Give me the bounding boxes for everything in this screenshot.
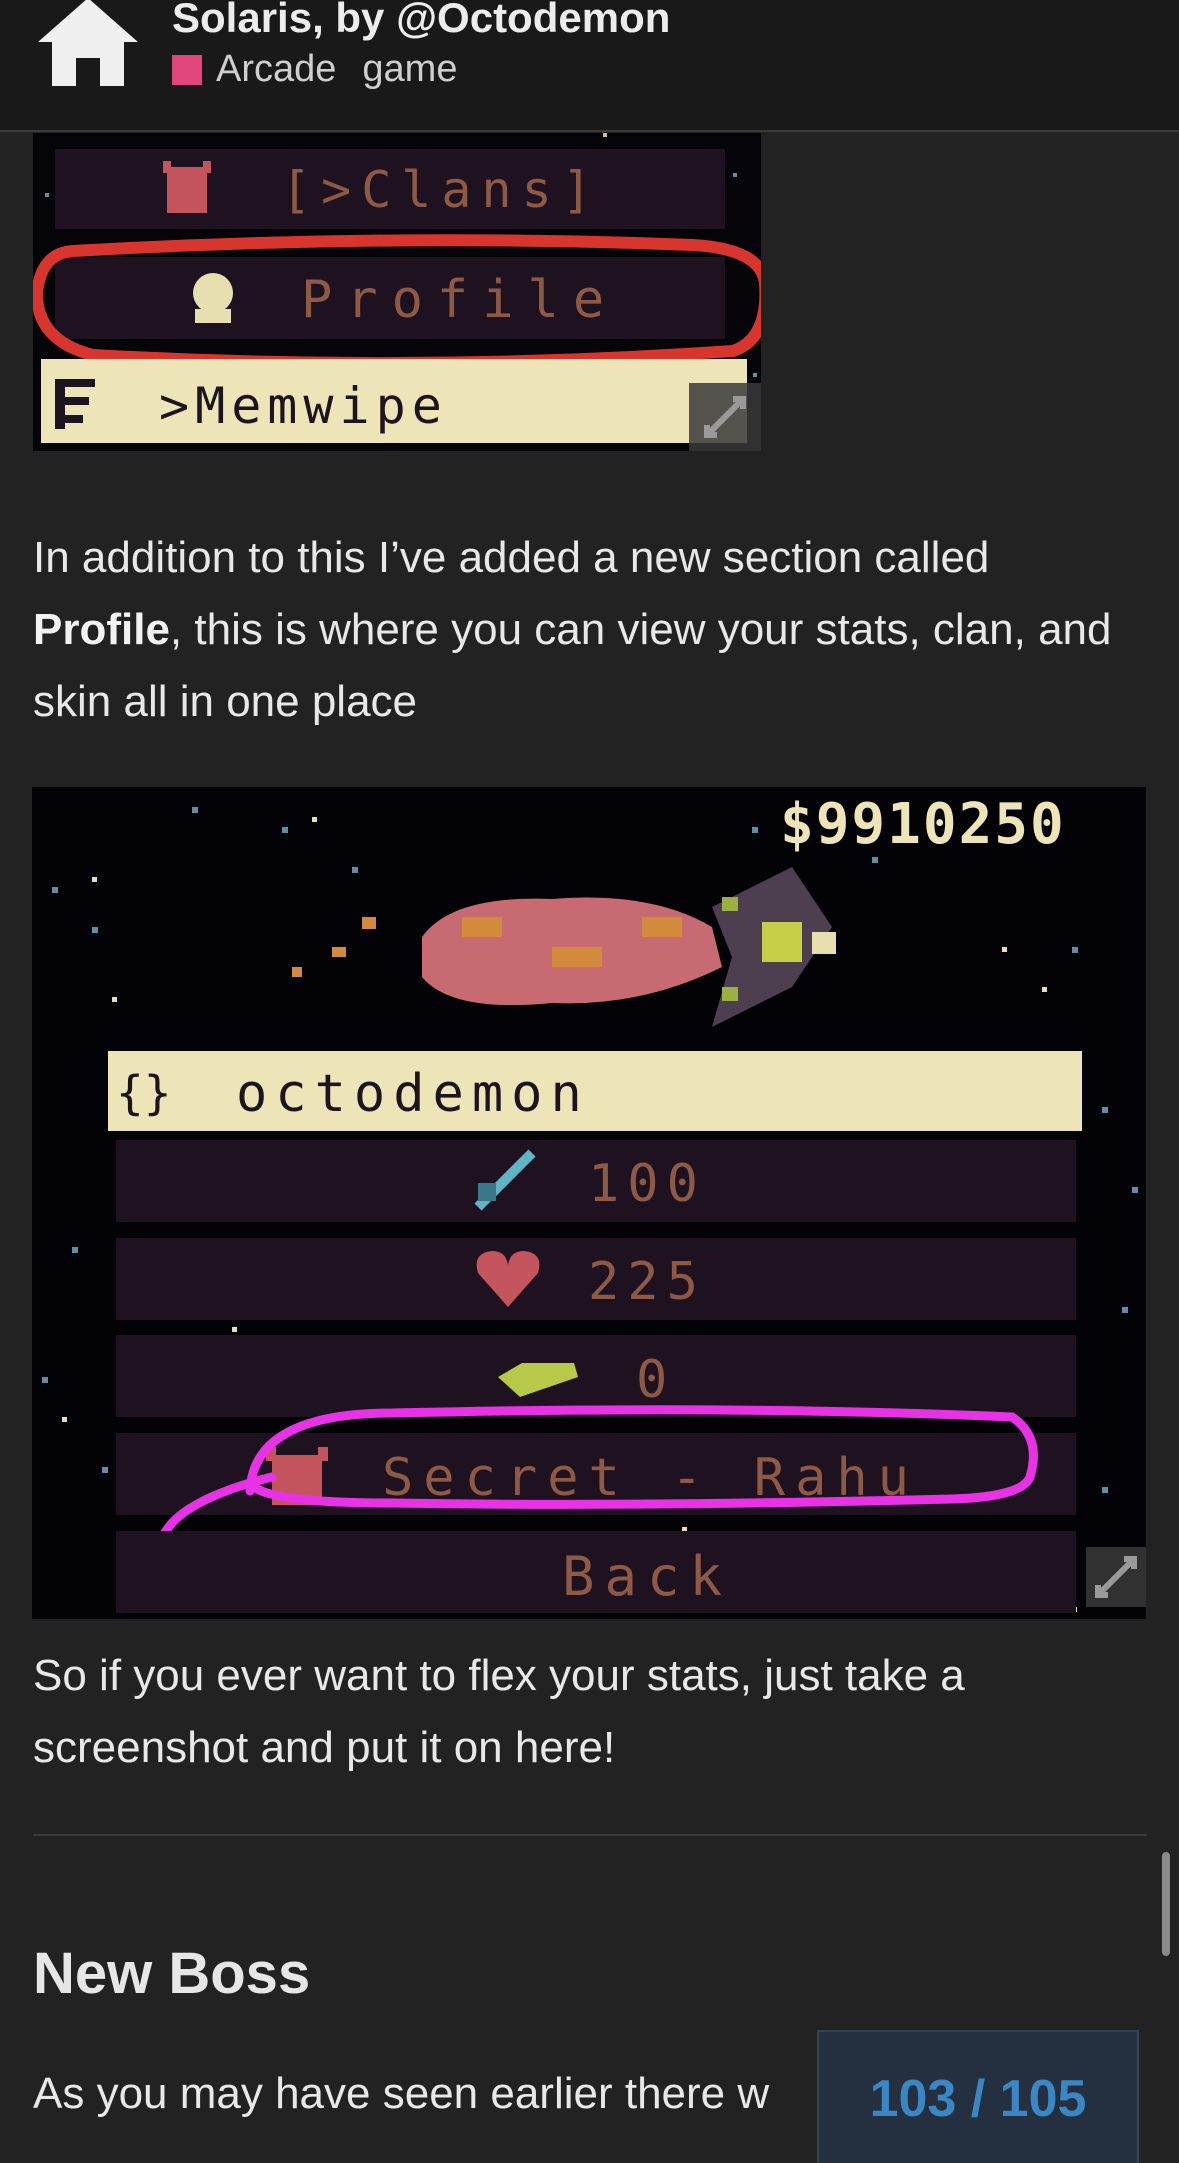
paragraph-1-prefix: In addition to this I’ve added a new sec…	[33, 533, 990, 582]
topic-progress-indicator[interactable]: 103 / 105	[817, 2030, 1139, 2163]
category-label: Arcade	[216, 48, 337, 90]
stat-attack-value: 100	[588, 1154, 706, 1214]
topic-title[interactable]: Solaris, by @Octodemon	[172, 0, 670, 42]
profile-screenshot-image[interactable]: $9910250 {} octodemon 100 225 0 Secret -…	[32, 787, 1146, 1619]
post-paragraph-2: So if you ever want to flex your stats, …	[33, 1651, 965, 1772]
page: Solaris, by @Octodemon Arcade game [>Cla…	[0, 0, 1179, 2163]
scrollbar-thumb[interactable]	[1162, 1852, 1170, 1956]
home-icon[interactable]	[32, 0, 144, 94]
tag-label[interactable]: game	[362, 48, 457, 91]
profile-back-label: Back	[562, 1545, 732, 1608]
category-color-swatch	[172, 54, 202, 85]
menu-item-clans: [>Clans]	[281, 161, 602, 219]
stat-health-value: 225	[588, 1252, 706, 1312]
category-badge[interactable]: Arcade game	[172, 48, 457, 91]
money-counter: $9910250	[780, 792, 1066, 857]
menu-item-profile: Profile	[301, 270, 618, 330]
section-heading: New Boss	[33, 1941, 311, 2006]
menu-item-memwipe: >Memwipe	[159, 377, 448, 435]
profile-username: octodemon	[236, 1064, 590, 1124]
menu-screenshot-image[interactable]: [>Clans] Profile >Memwipe	[33, 133, 761, 451]
section-divider	[33, 1834, 1147, 1836]
stat-shield-value: 0	[636, 1350, 667, 1410]
profile-icon-glyph: {}	[116, 1066, 171, 1120]
demon-icon	[163, 161, 211, 213]
topic-header: Solaris, by @Octodemon Arcade game	[0, 0, 1179, 132]
paragraph-1-bold: Profile	[33, 605, 170, 654]
paragraph-1-suffix: , this is where you can view your stats,…	[33, 605, 1112, 726]
person-icon	[193, 273, 233, 323]
post-paragraph-1: In addition to this I’ve added a new sec…	[33, 522, 1143, 738]
